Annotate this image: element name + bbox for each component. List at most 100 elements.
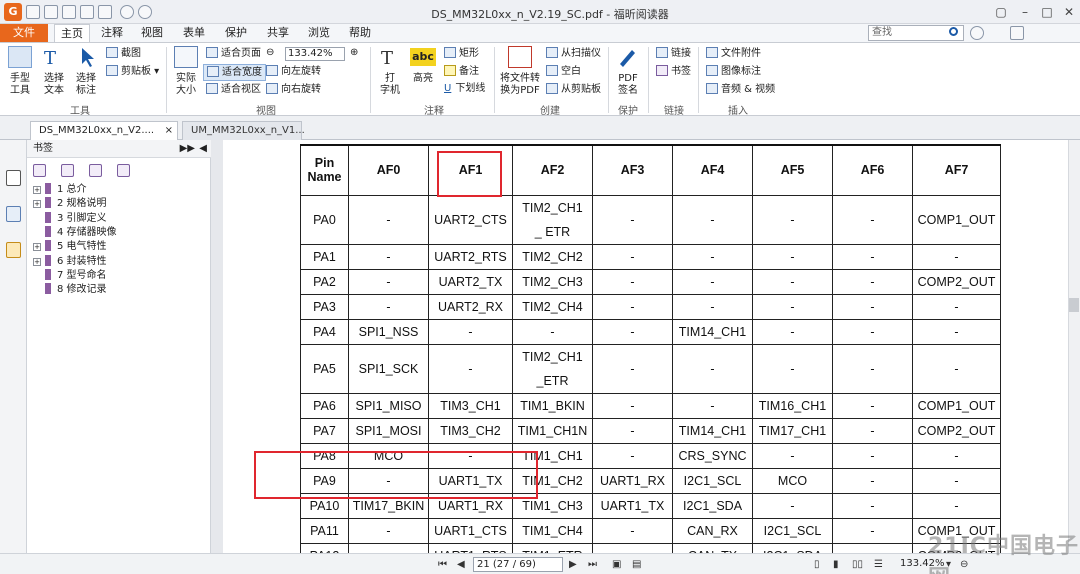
comments-panel-icon[interactable] <box>6 242 21 258</box>
bookmark-button[interactable]: 书签 <box>656 65 691 78</box>
highlight-icon: abc <box>410 48 436 66</box>
zoom-in-icon[interactable]: ⊕ <box>350 47 358 59</box>
tab-close-icon[interactable]: × <box>165 122 173 140</box>
bookmark-item[interactable]: +2 规格说明 <box>33 197 107 211</box>
user-icon[interactable] <box>1010 26 1024 40</box>
audio-video-button[interactable]: 音频 & 视频 <box>706 83 775 96</box>
next-page-icon[interactable]: ▶ <box>569 559 577 570</box>
zoom-out-icon[interactable]: ⊖ <box>266 47 274 59</box>
bookmark-item[interactable]: +6 封装特性 <box>33 254 107 269</box>
pin-name-cell: PA6 <box>300 392 349 419</box>
menu-view[interactable]: 视图 <box>136 24 168 42</box>
scrollbar-thumb[interactable] <box>1069 298 1079 312</box>
panel-expand-icon[interactable]: ▶▶ <box>180 140 195 158</box>
from-scanner-button[interactable]: 从扫描仪 <box>546 47 601 60</box>
hand-quick-icon[interactable] <box>98 5 112 19</box>
table-cell: SPI1_SCK <box>348 343 429 394</box>
open-icon[interactable] <box>26 5 40 19</box>
expand-toggle-icon[interactable]: + <box>33 200 41 209</box>
rotate-left-button[interactable]: 向左旋转 <box>266 65 321 78</box>
tab-um-document[interactable]: UM_MM32L0xx_n_V1... <box>182 121 305 140</box>
prev-page-icon[interactable]: ◀ <box>457 559 465 570</box>
minimize-icon[interactable]: – <box>1014 3 1036 21</box>
scroll-mode-icon[interactable]: ☰ <box>874 559 883 570</box>
continuous-page-icon[interactable]: ▮ <box>833 559 839 570</box>
menu-file[interactable]: 文件 <box>0 24 48 42</box>
menu-help[interactable]: 帮助 <box>344 24 376 42</box>
export-page-icon[interactable]: ▣ <box>612 559 621 570</box>
panel-splitter[interactable] <box>211 140 223 553</box>
rect-button[interactable]: 矩形 <box>444 47 479 60</box>
select-annot-button[interactable]: 选择 标注 <box>68 73 104 97</box>
menu-comment[interactable]: 注释 <box>96 24 128 42</box>
expand-toggle-icon[interactable]: + <box>33 186 41 194</box>
facing-page-icon[interactable]: ▯▯ <box>852 559 863 570</box>
table-cell: - <box>592 392 673 419</box>
copy-page-icon[interactable]: ▤ <box>632 559 641 570</box>
save-icon[interactable] <box>44 5 58 19</box>
hand-tool-button[interactable]: 手型 工具 <box>2 73 38 97</box>
fit-page-button[interactable]: 适合页面 <box>206 47 261 60</box>
panel-collapse-icon[interactable]: ◀ <box>199 140 207 158</box>
menu-browse[interactable]: 浏览 <box>303 24 335 42</box>
table-row: PA5 SPI1_SCK - TIM2_CH1 _ETR - - - - - <box>300 343 1001 394</box>
fit-width-button[interactable]: 适合宽度 <box>203 64 266 81</box>
bookmark-item[interactable]: 3 引脚定义 <box>33 211 107 226</box>
last-page-icon[interactable]: ⏭ <box>588 559 597 570</box>
underline-button[interactable]: U 下划线 <box>444 83 485 95</box>
select-text-button[interactable]: 选择 文本 <box>36 73 72 97</box>
first-page-icon[interactable]: ⏮ <box>438 559 447 570</box>
foxit-logo-icon[interactable]: G <box>4 3 22 21</box>
undo-icon[interactable] <box>120 5 134 19</box>
image-annot-button[interactable]: 图像标注 <box>706 65 761 78</box>
zoom-input[interactable]: 133.42% <box>285 47 345 61</box>
bookmark-add-child-icon[interactable] <box>117 164 130 177</box>
close-icon[interactable]: ✕ <box>1058 3 1080 21</box>
bookmark-item[interactable]: 8 修改记录 <box>33 283 107 297</box>
settings-window-icon[interactable]: ▢ <box>990 3 1012 21</box>
bookmark-add-icon[interactable] <box>89 164 102 177</box>
table-cell: COMP2_OUT <box>912 268 1001 295</box>
vertical-scrollbar[interactable] <box>1068 140 1080 553</box>
pages-panel-icon[interactable] <box>6 206 21 222</box>
blank-button[interactable]: 空白 <box>546 65 581 78</box>
bookmark-item[interactable]: 7 型号命名 <box>33 268 107 283</box>
menu-share[interactable]: 共享 <box>262 24 294 42</box>
attach-file-button[interactable]: 文件附件 <box>706 47 761 60</box>
note-button[interactable]: 备注 <box>444 65 479 78</box>
expand-toggle-icon[interactable]: + <box>33 257 41 266</box>
bookmark-item[interactable]: +1 总介 <box>33 183 87 197</box>
bookmark-item-label: 8 修改记录 <box>57 284 107 296</box>
table-row: PA6 SPI1_MISO TIM3_CH1 TIM1_BKIN - - TIM16_CH1… <box>300 392 1001 419</box>
fit-view-button[interactable]: 适合视区 <box>206 83 261 96</box>
properties-icon[interactable] <box>80 5 94 19</box>
clipboard-button[interactable]: 剪贴板 ▾ <box>106 65 159 78</box>
rotate-right-button[interactable]: 向右旋转 <box>266 83 321 96</box>
table-row: PA1- UART2_RTS TIM2_CH2- - - - - <box>300 243 1001 270</box>
bookmark-delete-icon[interactable] <box>61 164 74 177</box>
link-button[interactable]: 链接 <box>656 47 691 60</box>
from-clipboard-button[interactable]: 从剪贴板 <box>546 83 601 96</box>
menu-form[interactable]: 表单 <box>178 24 210 42</box>
redo-icon[interactable] <box>138 5 152 19</box>
menu-protect[interactable]: 保护 <box>220 24 252 42</box>
maximize-icon[interactable]: □ <box>1036 3 1058 21</box>
bookmark-item[interactable]: +5 电气特性 <box>33 240 107 254</box>
expand-toggle-icon[interactable]: + <box>33 243 41 252</box>
highlight-button[interactable]: 高亮 <box>405 73 441 85</box>
pdf-sign-button[interactable]: PDF 签名 <box>610 73 646 97</box>
actual-size-button[interactable]: 实际 大小 <box>168 73 204 97</box>
screenshot-button[interactable]: 截图 <box>106 47 141 60</box>
bookmark-expand-all-icon[interactable] <box>33 164 46 177</box>
search-icon[interactable] <box>949 27 958 36</box>
single-page-icon[interactable]: ▯ <box>814 559 820 570</box>
print-icon[interactable] <box>62 5 76 19</box>
bookmark-item[interactable]: 4 存储器映像 <box>33 225 117 240</box>
page-number-input[interactable]: 21 (27 / 69) <box>473 557 563 572</box>
gear-icon[interactable] <box>970 26 984 40</box>
convert-pdf-button[interactable]: 将文件转 换为PDF <box>496 73 544 97</box>
tab-ds-document[interactable]: DS_MM32L0xx_n_V2.... × <box>30 121 178 140</box>
typewriter-button[interactable]: 打 字机 <box>372 73 408 97</box>
bookmark-panel-icon[interactable] <box>6 170 21 186</box>
menu-home[interactable]: 主页 <box>54 24 90 43</box>
